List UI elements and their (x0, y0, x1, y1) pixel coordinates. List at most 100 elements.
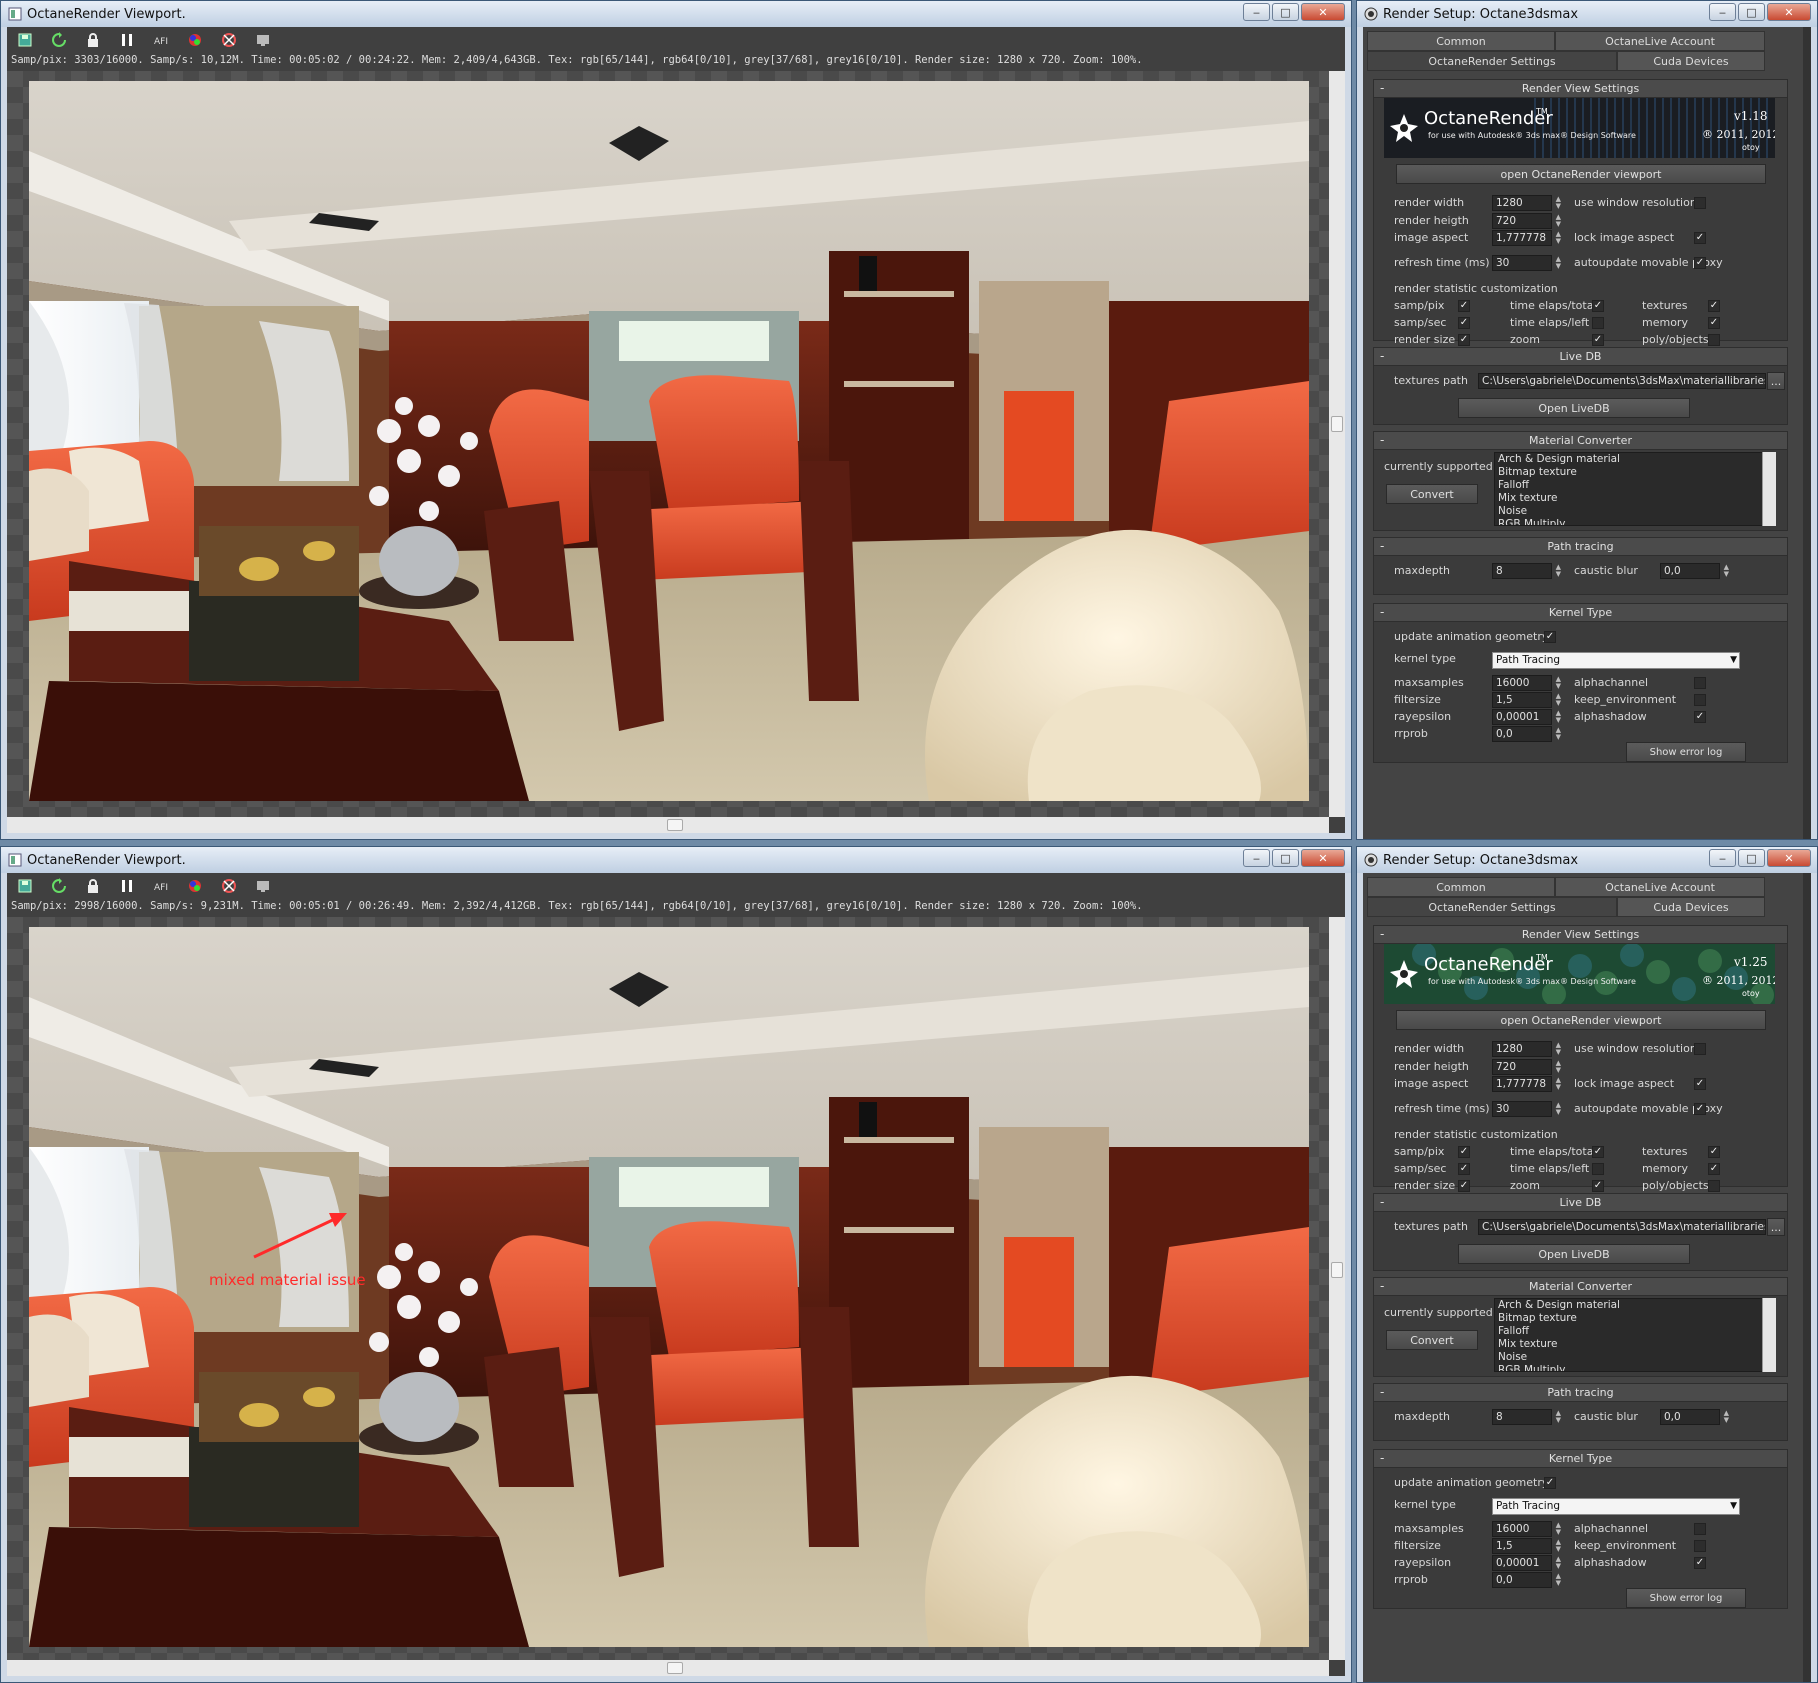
convert-button[interactable]: Convert (1386, 1330, 1478, 1350)
render-view-settings-header[interactable]: - Render View Settings (1374, 926, 1787, 944)
material-list-item[interactable]: Noise (1498, 505, 1775, 518)
tab-octanelive-account[interactable]: OctaneLive Account (1555, 31, 1765, 51)
keep-environment-checkbox[interactable] (1694, 1540, 1706, 1552)
stat-poly-objects-checkbox[interactable] (1708, 1180, 1720, 1192)
supported-materials-list[interactable]: Arch & Design material Bitmap texture Fall… (1494, 1298, 1776, 1372)
refresh-icon[interactable] (47, 30, 71, 50)
maxdepth-input[interactable]: 8 ▲ ▼ (1492, 1409, 1561, 1425)
minimize-button[interactable]: ‒ (1709, 3, 1736, 21)
material-list-item[interactable]: RGB Multiply (1498, 1364, 1775, 1371)
open-viewport-button[interactable]: open OctaneRender viewport (1396, 164, 1766, 184)
stat-samp-sec-checkbox[interactable]: ✓ (1458, 317, 1470, 329)
stat-render-size-checkbox[interactable]: ✓ (1458, 1180, 1470, 1192)
livedb-header[interactable]: - Live DB (1374, 348, 1787, 366)
settings-icon[interactable] (217, 30, 241, 50)
list-scrollbar[interactable] (1762, 452, 1776, 526)
material-list-item[interactable]: Noise (1498, 1351, 1775, 1364)
stat-zoom-checkbox[interactable]: ✓ (1592, 1180, 1604, 1192)
material-list-item[interactable]: Falloff (1498, 1325, 1775, 1338)
stat-time-elaps-left-checkbox[interactable] (1592, 317, 1604, 329)
list-scrollbar[interactable] (1762, 1298, 1776, 1372)
stat-poly-objects-checkbox[interactable] (1708, 334, 1720, 346)
lock-image-aspect-checkbox[interactable]: ✓ (1694, 232, 1706, 244)
kernel-type-header[interactable]: - Kernel Type (1374, 604, 1787, 622)
minimize-button[interactable]: ‒ (1709, 849, 1736, 867)
minimize-button[interactable]: ‒ (1243, 3, 1270, 21)
vertical-scrollbar[interactable] (1329, 917, 1345, 1660)
rayepsilon-input[interactable]: 0,00001 ▲ ▼ (1492, 1555, 1561, 1571)
panel-scrollbar[interactable] (1803, 873, 1811, 1682)
lock-icon[interactable] (81, 30, 105, 50)
material-list-item[interactable]: Arch & Design material (1498, 1299, 1775, 1312)
material-list-item[interactable]: Arch & Design material (1498, 453, 1775, 466)
material-list-item[interactable]: Bitmap texture (1498, 466, 1775, 479)
material-list-item[interactable]: Mix texture (1498, 492, 1775, 505)
material-list-item[interactable]: Bitmap texture (1498, 1312, 1775, 1325)
autoupdate-proxy-checkbox[interactable]: ✓ (1694, 257, 1706, 269)
rrprob-input[interactable]: 0,0 ▲ ▼ (1492, 1572, 1561, 1588)
stat-samp-sec-checkbox[interactable]: ✓ (1458, 1163, 1470, 1175)
panel-scrollbar[interactable] (1803, 27, 1811, 839)
minimize-button[interactable]: ‒ (1243, 849, 1270, 867)
alphashadow-checkbox[interactable]: ✓ (1694, 711, 1706, 723)
show-error-log-button[interactable]: Show error log (1626, 742, 1746, 762)
close-button[interactable]: ✕ (1767, 849, 1811, 867)
horizontal-scrollbar[interactable] (7, 1660, 1329, 1676)
stat-samp-pix-checkbox[interactable]: ✓ (1458, 300, 1470, 312)
stat-textures-checkbox[interactable]: ✓ (1708, 300, 1720, 312)
stat-memory-checkbox[interactable]: ✓ (1708, 317, 1720, 329)
vertical-scrollbar[interactable] (1329, 71, 1345, 817)
textures-path-input[interactable]: C:\Users\gabriele\Documents\3dsMax\mater… (1478, 373, 1766, 389)
path-tracing-header[interactable]: - Path tracing (1374, 538, 1787, 556)
material-converter-header[interactable]: - Material Converter (1374, 432, 1787, 450)
alphashadow-checkbox[interactable]: ✓ (1694, 1557, 1706, 1569)
use-window-resolution-checkbox[interactable] (1694, 1043, 1706, 1055)
horizontal-scrollbar[interactable] (7, 817, 1329, 833)
autoupdate-proxy-checkbox[interactable]: ✓ (1694, 1103, 1706, 1115)
open-livedb-button[interactable]: Open LiveDB (1458, 1244, 1690, 1264)
display-icon[interactable] (251, 876, 275, 896)
alphachannel-checkbox[interactable] (1694, 1523, 1706, 1535)
tab-octanerender-settings[interactable]: OctaneRender Settings (1367, 51, 1617, 71)
keep-environment-checkbox[interactable] (1694, 694, 1706, 706)
stat-textures-checkbox[interactable]: ✓ (1708, 1146, 1720, 1158)
image-aspect-input[interactable]: 1,777778 ▲ ▼ (1492, 1076, 1561, 1092)
render-height-input[interactable]: 720 ▲ ▼ (1492, 213, 1561, 229)
show-error-log-button[interactable]: Show error log (1626, 1588, 1746, 1608)
material-list-item[interactable]: Mix texture (1498, 1338, 1775, 1351)
save-icon[interactable] (13, 30, 37, 50)
update-animation-geometry-checkbox[interactable]: ✓ (1544, 1477, 1556, 1489)
material-converter-header[interactable]: - Material Converter (1374, 1278, 1787, 1296)
tab-common[interactable]: Common (1367, 877, 1555, 897)
render-height-input[interactable]: 720 ▲ ▼ (1492, 1059, 1561, 1075)
browse-button[interactable]: ... (1767, 372, 1785, 390)
save-icon[interactable] (13, 876, 37, 896)
kernel-type-header[interactable]: - Kernel Type (1374, 1450, 1787, 1468)
close-button[interactable]: ✕ (1301, 3, 1345, 21)
material-list-item[interactable]: Falloff (1498, 479, 1775, 492)
textures-path-input[interactable]: C:\Users\gabriele\Documents\3dsMax\mater… (1478, 1219, 1766, 1235)
tab-cuda-devices[interactable]: Cuda Devices (1617, 897, 1765, 917)
maxdepth-input[interactable]: 8 ▲ ▼ (1492, 563, 1561, 579)
stat-time-elaps-left-checkbox[interactable] (1592, 1163, 1604, 1175)
render-width-input[interactable]: 1280 ▲ ▼ (1492, 195, 1561, 211)
color-picker-icon[interactable] (183, 30, 207, 50)
use-window-resolution-checkbox[interactable] (1694, 197, 1706, 209)
stat-zoom-checkbox[interactable]: ✓ (1592, 334, 1604, 346)
maximize-button[interactable]: □ (1738, 3, 1765, 21)
filtersize-input[interactable]: 1,5 ▲ ▼ (1492, 1538, 1561, 1554)
tab-octanelive-account[interactable]: OctaneLive Account (1555, 877, 1765, 897)
rayepsilon-input[interactable]: 0,00001 ▲ ▼ (1492, 709, 1561, 725)
stat-time-elaps-total-checkbox[interactable]: ✓ (1592, 1146, 1604, 1158)
rrprob-input[interactable]: 0,0 ▲ ▼ (1492, 726, 1561, 742)
tab-octanerender-settings[interactable]: OctaneRender Settings (1367, 897, 1617, 917)
image-aspect-input[interactable]: 1,777778 ▲ ▼ (1492, 230, 1561, 246)
maximize-button[interactable]: □ (1738, 849, 1765, 867)
livedb-header[interactable]: - Live DB (1374, 1194, 1787, 1212)
stat-samp-pix-checkbox[interactable]: ✓ (1458, 1146, 1470, 1158)
kernel-type-select[interactable]: Path Tracing ▼ (1492, 1498, 1740, 1515)
material-list-item[interactable]: RGB Multiply (1498, 518, 1775, 525)
open-livedb-button[interactable]: Open LiveDB (1458, 398, 1690, 418)
tab-common[interactable]: Common (1367, 31, 1555, 51)
regions-icon[interactable]: AFI (149, 30, 173, 50)
